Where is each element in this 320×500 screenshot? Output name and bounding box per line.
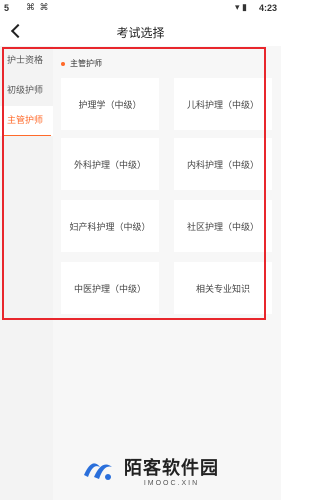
status-clock: 4:23 xyxy=(258,3,277,13)
watermark-logo-icon xyxy=(84,463,112,480)
signal-battery-icons: ▾ ▮ xyxy=(235,2,247,12)
watermark-text: 陌客软件园 IMOOC.XIN xyxy=(124,454,219,487)
page-title: 考试选择 xyxy=(116,26,165,40)
exam-card[interactable]: 妇产科护理（中级） xyxy=(61,200,159,252)
exam-card[interactable]: 内科护理（中级） xyxy=(174,138,272,190)
exam-card[interactable]: 儿科护理（中级） xyxy=(174,78,272,130)
section-header: 主管护师 xyxy=(61,58,102,69)
exam-card[interactable]: 中医护理（中级） xyxy=(61,262,159,314)
status-bar: 5 ⌘ ⌘ ▾ ▮ 4:23 xyxy=(0,0,281,16)
exam-card[interactable]: 社区护理（中级） xyxy=(174,200,272,252)
bullet-dot-icon xyxy=(61,61,65,66)
exam-list-panel: 主管护师 护理学（中级） 儿科护理（中级） 外科护理（中级） 内科护理（中级） … xyxy=(53,46,281,500)
exam-card[interactable]: 相关专业知识 xyxy=(174,262,272,314)
sidebar-item-nurse-qualification[interactable]: 护士资格 xyxy=(0,46,53,76)
app-header: 考试选择 xyxy=(0,16,281,46)
category-sidebar: 护士资格 初级护师 主管护师 xyxy=(0,46,53,500)
sidebar-item-supervisor-nurse[interactable]: 主管护师 xyxy=(0,106,53,136)
status-time: 5 xyxy=(4,3,10,13)
watermark-name: 陌客软件园 xyxy=(124,457,219,479)
watermark-domain: IMOOC.XIN xyxy=(143,479,200,487)
exam-card[interactable]: 护理学（中级） xyxy=(61,78,159,130)
section-title: 主管护师 xyxy=(70,59,102,68)
notification-icons: ⌘ ⌘ xyxy=(26,2,50,12)
sidebar-item-junior-nurse[interactable]: 初级护师 xyxy=(0,76,53,106)
site-watermark: 陌客软件园 IMOOC.XIN xyxy=(78,450,219,490)
exam-card[interactable]: 外科护理（中级） xyxy=(61,138,159,190)
